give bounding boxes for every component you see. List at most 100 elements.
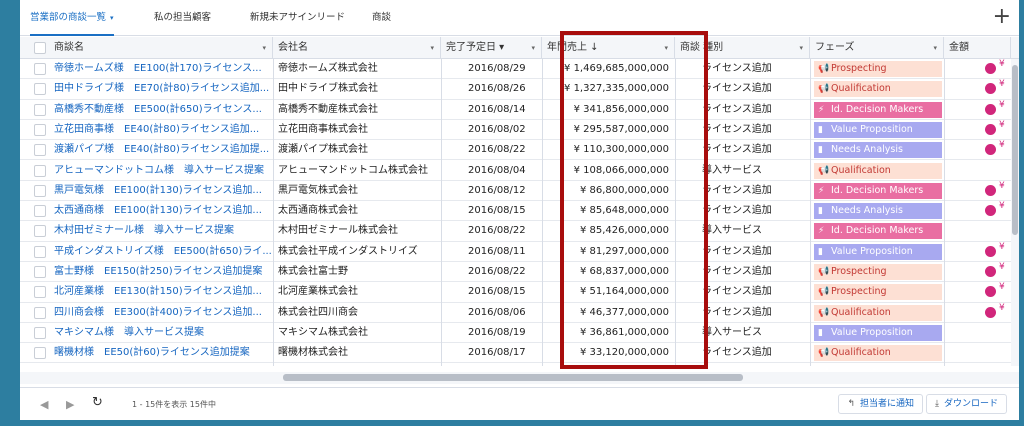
company-name: 帝徳ホームズ株式会社 xyxy=(278,63,378,74)
opportunity-name-link[interactable]: 曙機材様 EE50(計60)ライセンス追加提案 xyxy=(50,343,273,363)
opportunity-name-link[interactable]: 富士野様 EE150(計250)ライセンス追加提案 xyxy=(50,262,273,282)
table-header: 商談名 ▾ 会社名 ▾ 完了予定日 ▾ ▾ 年間売上 ↓ ▾ 商談 種別 ▾ フェーズ ▾ … xyxy=(20,37,1019,59)
column-header-opportunity-name[interactable]: 商談名 ▾ xyxy=(50,37,273,59)
column-header-close-date[interactable]: 完了予定日 ▾ ▾ xyxy=(442,37,542,59)
chevron-down-icon[interactable]: ▾ xyxy=(531,37,535,59)
opportunity-name-link[interactable]: 四川商会様 EE300(計400)ライセンス追加... xyxy=(50,303,273,323)
column-divider[interactable] xyxy=(542,59,543,366)
phase-label: Qualification xyxy=(831,347,891,359)
chevron-down-icon[interactable]: ▾ xyxy=(110,14,114,22)
phase-label: Prospecting xyxy=(831,266,887,277)
phase-badge: 📢 Qualification xyxy=(814,162,942,179)
tab-opportunities[interactable]: 商談 xyxy=(372,0,391,36)
phase-icon: ▮ xyxy=(818,327,823,338)
phase-badge: ▮ Needs Analysis xyxy=(814,203,942,220)
table-row[interactable]: 平成インダストリイズ様 EE500(計650)ライ... 株式会社平成インダストリ… xyxy=(20,242,1019,262)
column-divider[interactable] xyxy=(441,59,442,366)
column-header-phase[interactable]: フェーズ ▾ xyxy=(811,37,944,59)
opportunity-name-link[interactable]: 北河産業様 EE130(計150)ライセンス追加... xyxy=(50,282,273,302)
opportunity-name-link[interactable]: 木村田ゼミナール様 導入サービス提案 xyxy=(50,221,273,241)
close-date: 2016/08/15 xyxy=(468,286,526,298)
opportunity-name-link[interactable]: アヒューマンドットコム様 導入サービス提案 xyxy=(50,161,273,181)
row-checkbox[interactable] xyxy=(34,144,46,157)
column-divider[interactable] xyxy=(273,59,274,366)
row-checkbox[interactable] xyxy=(34,103,46,116)
row-checkbox[interactable] xyxy=(34,83,46,96)
row-checkbox[interactable] xyxy=(34,123,46,136)
refresh-icon[interactable]: ↻ xyxy=(92,395,103,410)
row-checkbox[interactable] xyxy=(34,184,46,197)
table-row[interactable]: 曙機材様 EE50(計60)ライセンス追加提案 曙機材株式会社 2016/08/17… xyxy=(20,343,1019,364)
table-row[interactable]: 帝徳ホームズ様 EE100(計170)ライセンス... 帝徳ホームズ株式会社 201… xyxy=(20,59,1019,80)
currency-icon xyxy=(985,286,996,298)
row-checkbox[interactable] xyxy=(34,164,46,177)
column-header-company[interactable]: 会社名 ▾ xyxy=(274,37,441,59)
row-checkbox[interactable] xyxy=(34,205,46,218)
horizontal-scrollbar[interactable] xyxy=(20,372,1019,384)
company-name: 株式会社平成インダストリイズ xyxy=(278,245,418,257)
chevron-down-icon[interactable]: ▾ xyxy=(933,37,937,59)
opportunity-name-link[interactable]: 帝徳ホームズ様 EE100(計170)ライセンス... xyxy=(50,59,273,79)
amount-value: ¥ xyxy=(999,241,1005,252)
currency-icon xyxy=(985,123,996,135)
select-all-checkbox[interactable] xyxy=(34,42,46,54)
table-row[interactable]: マキシマム様 導入サービス提案 マキシマム株式会社 2016/08/19 ¥ 36,8… xyxy=(20,323,1019,344)
opportunity-name-link[interactable]: 立花田商事様 EE40(計80)ライセンス追加... xyxy=(50,120,273,140)
table-row[interactable]: 北河産業様 EE130(計150)ライセンス追加... 北河産業株式会社 2016/… xyxy=(20,282,1019,303)
row-checkbox[interactable] xyxy=(34,245,46,258)
table-row[interactable]: 富士野様 EE150(計250)ライセンス追加提案 株式会社富士野 2016/08/… xyxy=(20,262,1019,283)
opportunity-name-link[interactable]: 太西通商様 EE100(計130)ライセンス追加... xyxy=(50,201,273,221)
tab-my-accounts[interactable]: 私の担当顧客 xyxy=(154,0,211,36)
column-divider[interactable] xyxy=(810,59,811,366)
table-row[interactable]: 渡瀬パイプ様 EE40(計80)ライセンス追加提... 渡瀬パイプ株式会社 2016… xyxy=(20,140,1019,161)
add-tab-icon[interactable]: + xyxy=(993,5,1011,29)
close-date: 2016/08/17 xyxy=(468,347,526,359)
tab-unassigned-leads[interactable]: 新規未アサインリード xyxy=(250,0,345,36)
row-checkbox[interactable] xyxy=(34,225,46,238)
chevron-down-icon[interactable]: ▾ xyxy=(262,37,266,59)
reply-icon: ↰ xyxy=(847,399,855,409)
row-checkbox[interactable] xyxy=(34,286,46,299)
scrollbar-thumb[interactable] xyxy=(1012,65,1018,235)
phase-label: Id. Decision Makers xyxy=(831,184,924,196)
opportunity-name-link[interactable]: マキシマム様 導入サービス提案 xyxy=(50,323,273,343)
table-row[interactable]: 四川商会様 EE300(計400)ライセンス追加... 株式会社四川商会 2016/… xyxy=(20,303,1019,323)
phase-badge: ⚡ Id. Decision Makers xyxy=(814,223,942,240)
opportunity-name-link[interactable]: 黒戸電気様 EE100(計130)ライセンス追加... xyxy=(50,181,273,201)
tab-sales-opportunities[interactable]: 営業部の商談一覧 ▾ xyxy=(30,0,114,36)
company-name: 田中ドライブ株式会社 xyxy=(278,83,378,95)
row-checkbox[interactable] xyxy=(34,306,46,319)
row-checkbox[interactable] xyxy=(34,63,46,75)
download-button[interactable]: ⤓ ダウンロード xyxy=(926,394,1007,414)
table-row[interactable]: アヒューマンドットコム様 導入サービス提案 アヒューマンドットコム株式会社 2016… xyxy=(20,161,1019,181)
row-checkbox[interactable] xyxy=(34,326,46,339)
next-page-icon[interactable]: ▶ xyxy=(66,398,74,411)
table-row[interactable]: 木村田ゼミナール様 導入サービス提案 木村田ゼミナール株式会社 2016/08/22… xyxy=(20,221,1019,242)
table-row[interactable]: 高橋秀不動産様 EE500(計650)ライセンス... 高橋秀不動産株式会社 201… xyxy=(20,100,1019,120)
opportunity-name-link[interactable]: 田中ドライブ様 EE70(計80)ライセンス追加... xyxy=(50,79,273,99)
amount-value: ¥ xyxy=(999,302,1005,313)
opportunity-name-link[interactable]: 高橋秀不動産様 EE500(計650)ライセンス... xyxy=(50,100,273,120)
phase-icon: ⚡ xyxy=(818,226,825,237)
row-checkbox[interactable] xyxy=(34,347,46,360)
column-label: 商談名 xyxy=(54,42,84,53)
notify-owner-button[interactable]: ↰ 担当者に通知 xyxy=(838,394,923,414)
row-checkbox[interactable] xyxy=(34,266,46,278)
vertical-scrollbar[interactable] xyxy=(1011,59,1019,366)
button-label: 担当者に通知 xyxy=(859,399,914,409)
opportunity-name-link[interactable]: 渡瀬パイプ様 EE40(計80)ライセンス追加提... xyxy=(50,140,273,160)
column-divider[interactable] xyxy=(944,59,945,366)
scrollbar-thumb[interactable] xyxy=(283,374,743,381)
close-date: 2016/08/22 xyxy=(468,144,526,156)
chevron-down-icon[interactable]: ▾ xyxy=(799,37,803,59)
table-row[interactable]: 立花田商事様 EE40(計80)ライセンス追加... 立花田商事株式会社 2016/… xyxy=(20,120,1019,141)
column-header-amount[interactable]: 金額 xyxy=(945,37,1011,59)
table-row[interactable]: 田中ドライブ様 EE70(計80)ライセンス追加... 田中ドライブ株式会社 201… xyxy=(20,79,1019,100)
chevron-down-icon[interactable]: ▾ xyxy=(430,37,434,59)
table-row[interactable]: 太西通商様 EE100(計130)ライセンス追加... 太西通商株式会社 2016/… xyxy=(20,201,1019,222)
opportunity-name-link[interactable]: 平成インダストリイズ様 EE500(計650)ライ... xyxy=(50,242,273,262)
company-name: 黒戸電気株式会社 xyxy=(278,184,358,196)
close-date: 2016/08/06 xyxy=(468,306,526,318)
table-row[interactable]: 黒戸電気様 EE100(計130)ライセンス追加... 黒戸電気株式会社 2016/… xyxy=(20,181,1019,202)
previous-page-icon[interactable]: ◀ xyxy=(40,398,48,411)
